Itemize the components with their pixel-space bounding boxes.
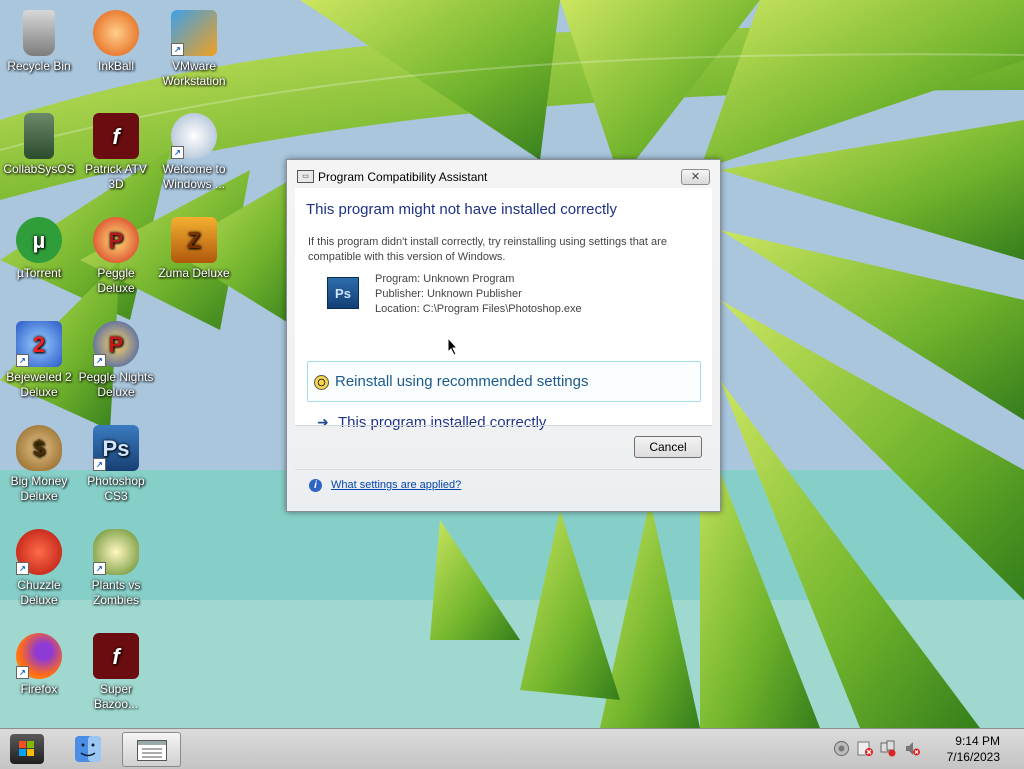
flash-icon: f — [93, 113, 139, 159]
desktop-icon-collabsysos[interactable]: CollabSysOS — [0, 113, 78, 177]
clock-time: 9:14 PM — [955, 734, 1000, 748]
bejeweled-icon: 2 ↗ — [16, 321, 62, 367]
shortcut-arrow-icon: ↗ — [93, 458, 106, 471]
desktop-icon-photoshop-cs3[interactable]: Ps ↗ Photoshop CS3 — [77, 425, 155, 504]
chuzzle-icon: ↗ — [16, 529, 62, 575]
reinstall-recommended-option[interactable]: Reinstall using recommended settings — [307, 361, 701, 402]
window-app-icon: ▭ — [297, 170, 314, 183]
shortcut-arrow-icon: ↗ — [93, 354, 106, 367]
windows-welcome-icon: ↗ — [171, 113, 217, 159]
utorrent-icon: µ — [16, 217, 62, 263]
firefox-icon: ↗ — [16, 633, 62, 679]
collabsysos-icon — [24, 113, 54, 159]
mouse-cursor-icon — [447, 337, 459, 356]
desktop-icon-chuzzle-deluxe[interactable]: ↗ Chuzzle Deluxe — [0, 529, 78, 608]
photoshop-icon: Ps ↗ — [93, 425, 139, 471]
dialog-title: Program Compatibility Assistant — [318, 170, 488, 184]
program-location: Location: C:\Program Files\Photoshop.exe — [375, 303, 582, 315]
shortcut-arrow-icon: ↗ — [171, 43, 184, 56]
photoshop-icon: Ps — [327, 277, 359, 309]
desktop-icon-firefox[interactable]: ↗ Firefox — [0, 633, 78, 697]
desktop-icon-patrick-atv-3d[interactable]: f Patrick ATV 3D — [77, 113, 155, 192]
money-bag-icon: $ — [16, 425, 62, 471]
dialog-content: This program might not have installed co… — [295, 188, 712, 431]
dialog-titlebar[interactable]: ▭ Program Compatibility Assistant ✕ — [287, 160, 720, 188]
compatibility-shield-icon — [314, 375, 329, 390]
desktop-icon-peggle-nights[interactable]: P ↗ Peggle Nights Deluxe — [77, 321, 155, 400]
divider — [295, 469, 712, 470]
volume-muted-icon[interactable] — [904, 740, 921, 757]
security-alert-icon[interactable] — [857, 740, 874, 757]
installed-correctly-label: This program installed correctly — [338, 414, 547, 431]
compatibility-dialog: ▭ Program Compatibility Assistant ✕ This… — [286, 159, 721, 512]
taskbar-clock[interactable]: 9:14 PM 7/16/2023 — [947, 733, 1000, 765]
peggle-nights-icon: P ↗ — [93, 321, 139, 367]
shortcut-arrow-icon: ↗ — [16, 666, 29, 679]
windows-logo-icon — [19, 741, 35, 757]
finder-taskbar-button[interactable] — [72, 735, 104, 763]
desktop-icon-super-bazooka[interactable]: f Super Bazoo... — [77, 633, 155, 712]
cancel-button[interactable]: Cancel — [634, 436, 702, 458]
zuma-icon: Z — [171, 217, 217, 263]
desktop-icon-plants-vs-zombies[interactable]: ↗ Plants vs Zombies — [77, 529, 155, 608]
vmware-icon: ↗ — [171, 10, 217, 56]
desktop-icon-welcome-to-windows[interactable]: ↗ Welcome to Windows ... — [155, 113, 233, 192]
shortcut-arrow-icon: ↗ — [171, 146, 184, 159]
close-button[interactable]: ✕ — [681, 169, 710, 185]
active-window-taskbar-button[interactable] — [122, 732, 181, 767]
settings-applied-link[interactable]: What settings are applied? — [331, 479, 461, 491]
network-disconnected-icon[interactable] — [880, 740, 897, 757]
action-center-icon[interactable] — [833, 740, 850, 757]
shortcut-arrow-icon: ↗ — [16, 562, 29, 575]
info-icon: i — [309, 479, 322, 492]
desktop-icon-recycle-bin[interactable]: Recycle Bin — [0, 10, 78, 74]
recycle-bin-icon — [23, 10, 55, 56]
desktop-icon-bejeweled-2[interactable]: 2 ↗ Bejeweled 2 Deluxe — [0, 321, 78, 400]
shortcut-arrow-icon: ↗ — [16, 354, 29, 367]
start-button[interactable] — [10, 734, 44, 764]
desktop-icon-big-money[interactable]: $ Big Money Deluxe — [0, 425, 78, 504]
arrow-right-icon: ➜ — [317, 414, 329, 430]
plants-vs-zombies-icon: ↗ — [93, 529, 139, 575]
dialog-heading: This program might not have installed co… — [306, 201, 617, 218]
flash-icon: f — [93, 633, 139, 679]
desktop-icon-peggle-deluxe[interactable]: P Peggle Deluxe — [77, 217, 155, 296]
taskbar: 9:14 PM 7/16/2023 — [0, 728, 1024, 769]
divider — [295, 425, 712, 426]
desktop-icon-vmware-workstation[interactable]: ↗ VMware Workstation — [155, 10, 233, 89]
desktop-icon-inkball[interactable]: InkBall — [77, 10, 155, 74]
window-list-icon — [137, 740, 167, 761]
finder-icon — [75, 736, 101, 762]
reinstall-option-label: Reinstall using recommended settings — [335, 373, 589, 390]
clock-date: 7/16/2023 — [946, 750, 1000, 764]
desktop-icon-utorrent[interactable]: µ µTorrent — [0, 217, 78, 281]
desktop-icon-zuma-deluxe[interactable]: Z Zuma Deluxe — [155, 217, 233, 281]
peggle-icon: P — [93, 217, 139, 263]
shortcut-arrow-icon: ↗ — [93, 562, 106, 575]
inkball-icon — [93, 10, 139, 56]
program-publisher: Publisher: Unknown Publisher — [375, 288, 522, 300]
program-name: Program: Unknown Program — [375, 273, 515, 285]
dialog-description: If this program didn't install correctly… — [308, 236, 667, 263]
